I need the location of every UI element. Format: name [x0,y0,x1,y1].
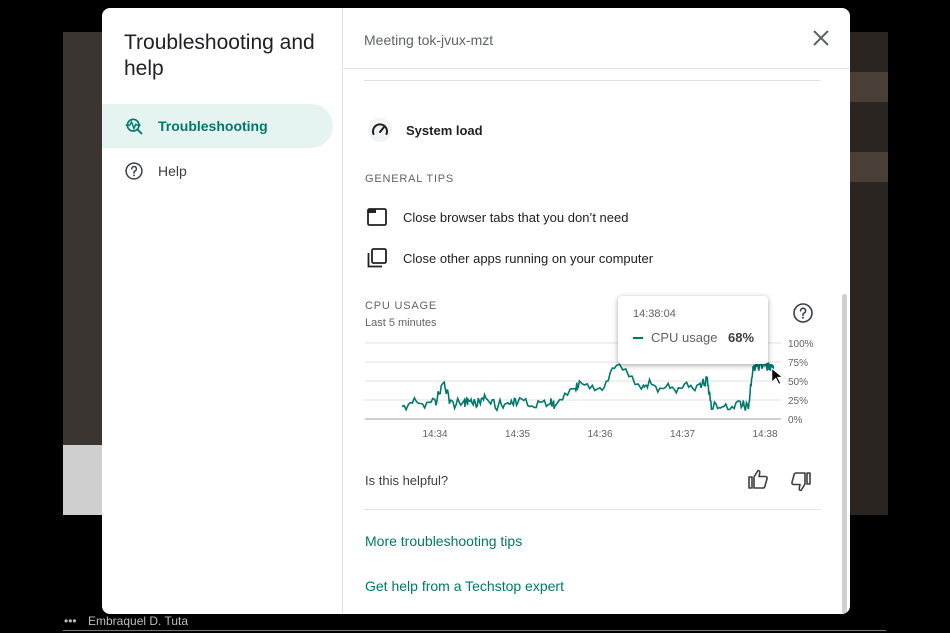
sidebar-item-label: Help [158,163,187,179]
thumbs-down-icon[interactable] [790,471,812,493]
video-tile-left [63,32,103,515]
y-tick-label: 75% [788,358,808,369]
meeting-title: Meeting tok-jvux-mzt [364,32,494,48]
tooltip-time: 14:38:04 [633,308,676,320]
cpu-usage-chart[interactable]: 100% 75% 50% 25% 0% 14:34 14:35 14:36 14:37 14:38 [343,69,850,454]
thumbs-up-icon[interactable] [747,468,769,490]
x-tick-label: 14:34 [422,429,447,440]
participant-name: Embraquel D. Tuta [88,614,189,628]
more-dots-icon: ••• [64,614,77,628]
more-troubleshooting-tips-link[interactable]: More troubleshooting tips [365,533,522,549]
x-tick-label: 14:35 [505,429,530,440]
sidebar-item-label: Troubleshooting [158,118,268,134]
scrollbar[interactable] [842,294,847,614]
help-circle-icon [125,162,143,180]
x-tick-label: 14:36 [587,429,612,440]
cpu-usage-series-line [401,359,772,413]
tooltip-value: 68% [728,330,755,345]
mouse-cursor-icon [771,367,785,385]
y-tick-label: 25% [788,396,808,407]
video-tile-right [850,32,888,515]
x-tick-label: 14:38 [752,429,777,440]
troubleshoot-icon [125,118,143,135]
y-tick-label: 50% [788,377,808,388]
divider [364,509,821,510]
x-tick-label: 14:37 [670,429,695,440]
dialog-title: Troubleshooting and help [124,31,315,80]
y-tick-label: 100% [788,339,814,350]
techstop-help-link[interactable]: Get help from a Techstop expert [365,578,564,594]
feedback-question: Is this helpful? [365,473,449,488]
tooltip-series-name: CPU usage [651,330,718,345]
close-icon[interactable] [809,26,833,50]
sidebar-item-troubleshooting[interactable]: Troubleshooting [102,104,333,148]
troubleshooting-dialog: Troubleshooting and help Troubleshooting… [102,8,850,614]
dialog-header: Meeting tok-jvux-mzt [343,8,850,69]
sidebar: Troubleshooting and help Troubleshooting… [102,8,343,614]
chart-tooltip: 14:38:04 CPU usage 68% [618,296,768,364]
y-tick-label: 0% [788,415,803,426]
content-pane: System load GENERAL TIPS Close browser t… [343,69,850,614]
tooltip-series-swatch [633,337,643,339]
sidebar-item-help[interactable]: Help [102,149,333,193]
